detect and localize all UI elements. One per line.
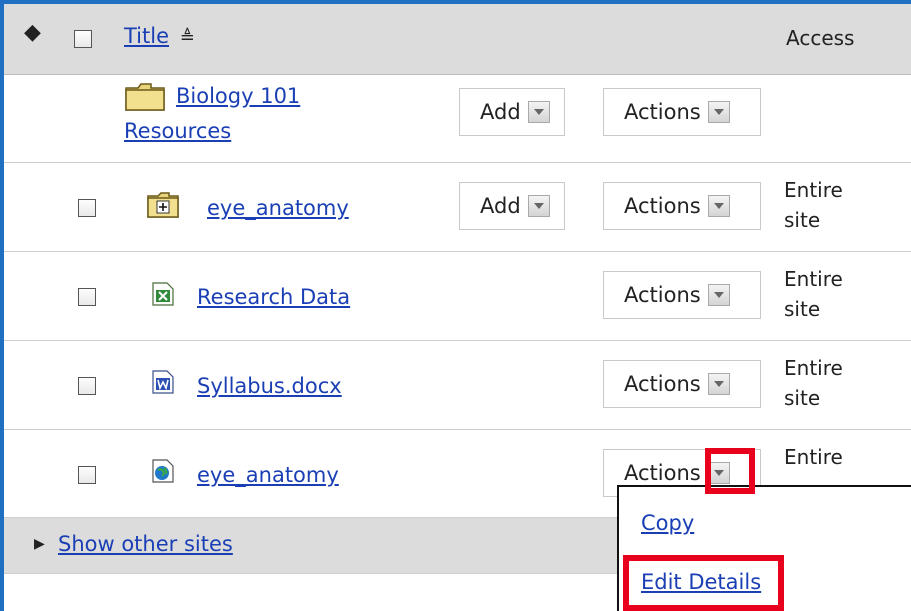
web-link-icon [152, 459, 174, 488]
access-line2: site [784, 297, 821, 321]
chevron-down-icon[interactable] [707, 284, 730, 306]
chevron-down-icon[interactable] [527, 195, 550, 217]
actions-dropdown-label: Actions [624, 100, 701, 124]
chevron-down-icon[interactable] [707, 101, 730, 123]
access-line1: Entire [784, 356, 843, 380]
file-name-link[interactable]: Research Data [197, 285, 350, 309]
actions-dropdown-label: Actions [624, 461, 701, 485]
access-line2: site [784, 386, 821, 410]
table-row: eye_anatomy Add Actions Entire site [4, 163, 911, 252]
row-checkbox[interactable] [78, 288, 96, 306]
actions-dropdown[interactable]: Actions [603, 360, 761, 408]
sort-toggle-icon[interactable]: ◆ [24, 22, 41, 44]
excel-file-icon [152, 282, 174, 311]
highlight-actions-arrow [705, 448, 755, 494]
folder-name-line2[interactable]: Resources [124, 119, 231, 143]
word-file-icon [152, 370, 174, 399]
folder-plus-icon [146, 191, 180, 224]
expand-triangle-icon[interactable]: ▶ [34, 536, 45, 552]
access-line1: Entire [784, 267, 843, 291]
title-column-header[interactable]: Title [124, 24, 169, 48]
highlight-edit-details [623, 555, 784, 611]
select-all-checkbox[interactable] [74, 30, 92, 48]
resources-panel: ◆ Title ≜ Access Biology 101 Resources A… [0, 0, 911, 611]
access-column-header: Access [786, 26, 855, 50]
access-line1: Entire [784, 178, 843, 202]
table-row: Biology 101 Resources Add Actions [4, 75, 911, 163]
access-line2: site [784, 208, 821, 232]
actions-dropdown-label: Actions [624, 283, 701, 307]
menu-item-copy[interactable]: Copy [641, 511, 694, 535]
panel-left-border [0, 0, 4, 611]
add-dropdown-label: Add [480, 100, 521, 124]
folder-name-line1[interactable]: Biology 101 [176, 84, 300, 108]
table-row: Research Data Actions Entire site [4, 252, 911, 341]
row-checkbox[interactable] [78, 377, 96, 395]
actions-dropdown-label: Actions [624, 194, 701, 218]
access-value: Entire site [784, 353, 904, 413]
access-value: Entire site [784, 175, 904, 235]
show-other-sites-link[interactable]: Show other sites [58, 532, 233, 556]
access-value: Entire [784, 442, 904, 472]
file-name-link[interactable]: Syllabus.docx [197, 374, 342, 398]
folder-name-link[interactable]: eye_anatomy [207, 196, 349, 220]
access-line1: Entire [784, 445, 843, 469]
table-header: ◆ Title ≜ Access [4, 4, 911, 75]
access-value: Entire site [784, 264, 904, 324]
actions-dropdown-label: Actions [624, 372, 701, 396]
web-link-name[interactable]: eye_anatomy [197, 463, 339, 487]
chevron-down-icon[interactable] [707, 373, 730, 395]
add-dropdown[interactable]: Add [459, 182, 565, 230]
table-row: Syllabus.docx Actions Entire site [4, 341, 911, 430]
actions-dropdown[interactable]: Actions [603, 88, 761, 136]
actions-dropdown[interactable]: Actions [603, 271, 761, 319]
folder-icon [124, 82, 166, 117]
add-dropdown[interactable]: Add [459, 88, 565, 136]
row-checkbox[interactable] [78, 199, 96, 217]
actions-dropdown[interactable]: Actions [603, 182, 761, 230]
add-dropdown-label: Add [480, 194, 521, 218]
chevron-down-icon[interactable] [707, 195, 730, 217]
row-checkbox[interactable] [78, 466, 96, 484]
chevron-down-icon[interactable] [527, 101, 550, 123]
sort-ascending-icon: ≜ [179, 27, 195, 48]
